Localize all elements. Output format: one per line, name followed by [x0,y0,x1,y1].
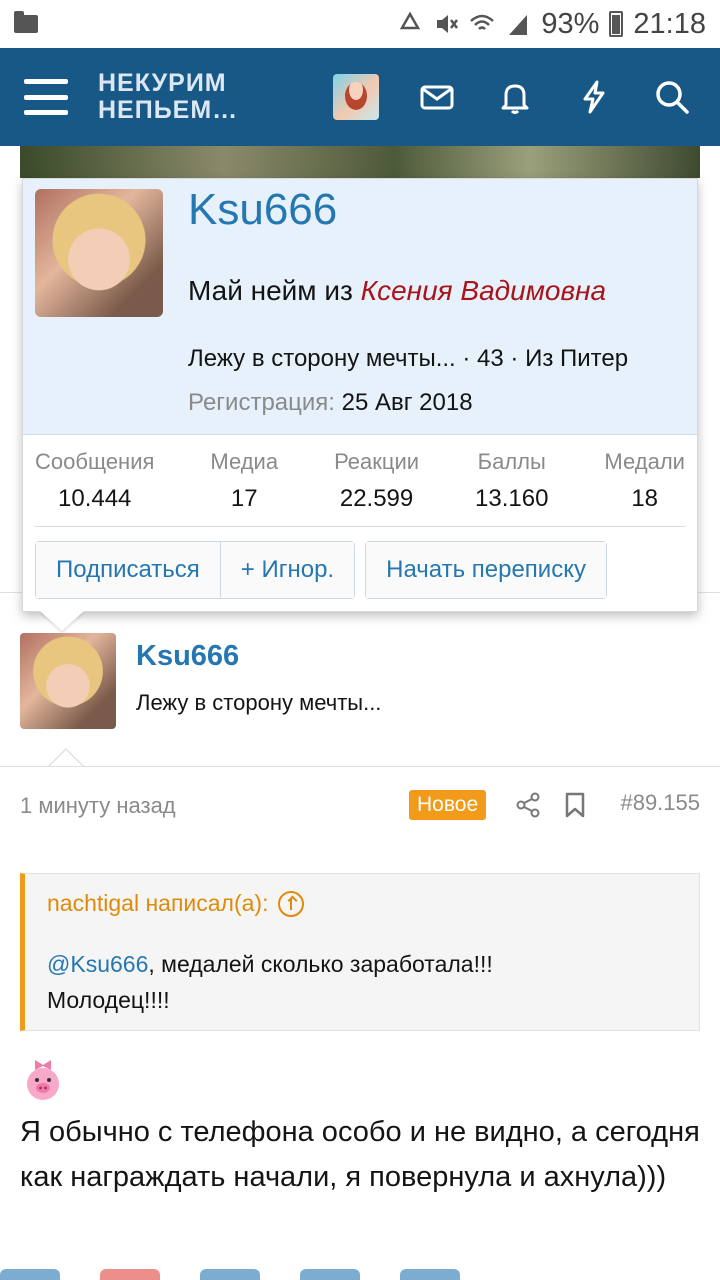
card-username[interactable]: Ksu666 [188,185,337,235]
stat-medals[interactable]: Медали 18 [604,449,685,526]
start-conversation-button[interactable]: Начать переписку [366,542,606,598]
post-number[interactable]: #89.155 [620,790,700,816]
mention-link[interactable]: @Ksu666 [47,951,148,977]
stat-label: Медиа [210,449,279,474]
stat-label: Сообщения [35,449,155,474]
mute-icon [437,15,459,33]
post-avatar[interactable] [20,633,116,729]
post-time[interactable]: 1 минуту назад [20,793,176,819]
registration: Регистрация: 25 Авг 2018 [188,389,473,417]
quote-block: nachtigal написал(а): @Ksu666, медалей с… [20,873,700,1031]
share-icon[interactable] [515,792,541,818]
registration-label: Регистрация: [188,389,335,416]
member-tooltip-card: Ksu666 Май нейм из Ксения Вадимовна Лежу… [22,178,698,612]
registration-date: 25 Авг 2018 [341,389,473,416]
clock: 21:18 [633,7,706,40]
user-title: Май нейм из Ксения Вадимовна [188,275,606,307]
signal-icon [509,15,528,35]
status-bar: 93% 21:18 [0,0,720,48]
quote-text: , медалей сколько заработала!!! [148,951,493,977]
stat-label: Медали [604,449,685,474]
stat-media[interactable]: Медиа 17 [210,449,278,526]
mail-icon[interactable] [418,78,456,116]
card-actions: Подписаться + Игнор. Начать переписку [35,541,607,599]
menu-icon[interactable] [24,79,68,115]
message-group: Начать переписку [365,541,607,599]
card-avatar[interactable] [35,189,163,317]
stat-label: Баллы [477,449,546,474]
search-icon[interactable] [653,78,691,116]
app-header: НЕКУРИМ НЕПЬЕМ… [0,48,720,146]
post-meta: 1 минуту назад Новое #89.155 [20,790,700,822]
quote-author: nachtigal написал(а): [47,890,269,916]
card-pointer [40,611,84,631]
stat-reactions[interactable]: Реакции 22.599 [334,449,419,526]
stats-row: Сообщения 10.444 Медиа 17 Реакции 22.599… [35,449,685,527]
battery-icon [609,11,624,37]
post-username[interactable]: Ksu666 [136,640,239,673]
follow-ignore-group: Подписаться + Игнор. [35,541,356,599]
quote-body: @Ksu666, медалей сколько заработала!!! М… [47,946,679,1018]
post-message: Я обычно с телефона особо и не видно, а … [20,1116,700,1193]
stat-value: 18 [631,485,659,512]
bookmark-icon[interactable] [564,792,586,818]
title-name: Ксения Вадимовна [360,275,607,306]
stat-value: 22.599 [339,485,414,512]
stat-value: 17 [230,485,258,512]
post-user-status: Лежу в сторону мечты... [136,690,382,715]
post-pointer [48,748,84,767]
site-logo[interactable]: НЕКУРИМ НЕПЬЕМ… [98,70,238,124]
battery-percent: 93% [541,7,600,40]
quote-header[interactable]: nachtigal написал(а): [47,890,305,917]
wifi-icon [470,14,495,30]
follow-button[interactable]: Подписаться [36,542,220,598]
reactions-bar-partial [0,1268,720,1280]
stat-value: 10.444 [58,485,132,512]
title-prefix: Май нейм из [188,275,353,306]
stat-label: Реакции [334,449,420,474]
user-info: Лежу в сторону мечты... · 43 · Из Питер [188,345,629,372]
card-header: Ksu666 Май нейм из Ксения Вадимовна Лежу… [23,179,697,435]
bell-icon[interactable] [496,78,534,116]
user-avatar[interactable] [333,74,379,120]
stat-messages[interactable]: Сообщения 10.444 [35,449,154,526]
ignore-button[interactable]: + Игнор. [219,542,355,598]
logo-line1: НЕКУРИМ [98,69,227,97]
stat-points[interactable]: Баллы 13.160 [475,449,548,526]
folder-icon [14,11,38,33]
quote-text-line2: Молодец!!!! [47,987,170,1013]
arrow-up-circle-icon[interactable] [278,890,305,917]
recycle-icon [400,11,421,30]
profile-banner [20,146,700,178]
pig-emoji-icon [27,1060,59,1100]
stat-value: 13.160 [475,485,549,512]
post-divider [0,766,720,767]
new-badge: Новое [409,790,487,820]
lightning-icon[interactable] [575,78,613,116]
logo-line2: НЕПЬЕМ… [98,96,239,124]
